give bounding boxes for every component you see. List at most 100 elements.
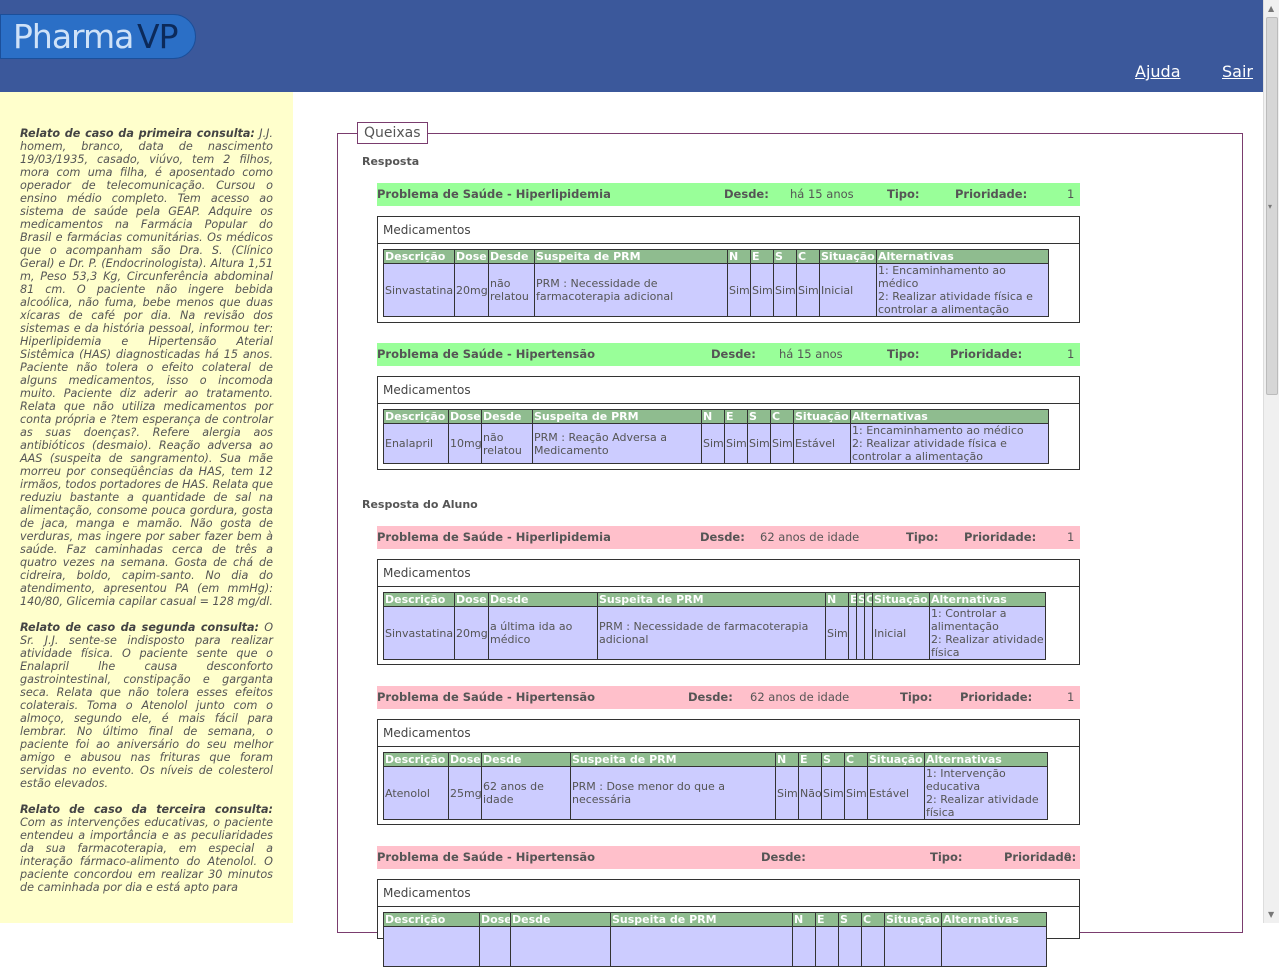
case3-title: Relato de caso da terceira consulta: [20, 803, 273, 816]
medications-box: Medicamentos Descrição Dose Desde Suspeita d… [377, 879, 1080, 967]
column-header: Situação [793, 409, 851, 424]
table-cell: Inicial [819, 263, 877, 317]
pharmavp-logo[interactable]: Pharma VP [0, 14, 196, 59]
column-header: S [856, 592, 865, 607]
table-cell: Sim [773, 263, 797, 317]
table-cell: 25mg [448, 766, 482, 820]
column-header: Suspeita de PRM [610, 912, 793, 927]
health-problem-bar: Problema de Saúde - Hiperlipidemia Desde:… [377, 526, 1080, 549]
table-cell: Sim [821, 766, 845, 820]
complaints-legend: Queixas [357, 122, 428, 144]
column-header: N [775, 752, 799, 767]
column-header: C [796, 249, 820, 264]
medications-box: Medicamentos Descrição Dose Desde Suspeita d… [377, 216, 1080, 323]
column-header: Suspeita de PRM [597, 592, 826, 607]
column-header: Dose [448, 752, 482, 767]
priority-value: 1 [1067, 690, 1075, 704]
table-cell [884, 926, 942, 967]
table-cell: Sinvastatina [383, 606, 455, 660]
medications-box: Medicamentos Descrição Dose Desde Suspeita d… [377, 559, 1080, 665]
medications-title: Medicamentos [378, 377, 1079, 404]
case2-title: Relato de caso da segunda consulta: [20, 621, 260, 634]
column-header: Desde [481, 752, 571, 767]
problem-title: Problema de Saúde - Hipertensão [377, 850, 596, 864]
table-cell: 1: Encaminhamento ao médico 2: Realizar a… [850, 423, 1049, 464]
column-header: Descrição [383, 409, 449, 424]
logout-link[interactable]: Sair [1222, 62, 1253, 81]
priority-label: Prioridade: [955, 187, 1028, 201]
type-label: Tipo: [887, 347, 920, 361]
priority-value: 1 [1067, 187, 1075, 201]
case2-paragraph: Relato de caso da segunda consulta: O Sr… [20, 621, 273, 790]
column-header: S [821, 752, 845, 767]
since-value: há 15 anos [790, 187, 854, 201]
case3-paragraph: Relato de caso da terceira consulta: Com… [20, 803, 273, 894]
type-label: Tipo: [900, 690, 933, 704]
table-cell [815, 926, 839, 967]
table-row: Sinvastatina 20mg a última ida ao médico PR… [383, 606, 1046, 660]
table-cell [856, 606, 865, 660]
medications-table: DescriçãoDoseDesdeSuspeita de PRMNESCSit… [383, 409, 1049, 464]
column-header: C [844, 752, 868, 767]
priority-label: Prioridade: [964, 530, 1037, 544]
table-cell [479, 926, 511, 967]
help-link[interactable]: Ajuda [1135, 62, 1181, 81]
column-header: Situação [867, 752, 925, 767]
table-cell [941, 926, 1047, 967]
since-label: Desde: [724, 187, 769, 201]
table-cell: Enalapril [383, 423, 449, 464]
since-label: Desde: [711, 347, 756, 361]
table-cell: 1: Intervenção educativa 2: Realizar ativ… [924, 766, 1048, 820]
column-header: Alternativas [876, 249, 1049, 264]
column-header: Descrição [383, 249, 455, 264]
health-problem-bar: Problema de Saúde - Hipertensão Desde: 62 … [377, 686, 1080, 709]
column-header: N [701, 409, 725, 424]
table-header-row: DescriçãoDoseDesdeSuspeita de PRMNESCSit… [383, 409, 1049, 424]
table-cell: Atenolol [383, 766, 449, 820]
medications-table: DescriçãoDoseDesdeSuspeita de PRMNESCSit… [383, 592, 1046, 660]
priority-value: 1 [1067, 347, 1075, 361]
column-header: Suspeita de PRM [532, 409, 702, 424]
medications-title: Medicamentos [378, 217, 1079, 244]
table-cell: Estável [793, 423, 851, 464]
problem-title: Problema de Saúde - Hiperlipidemia [377, 530, 611, 544]
vertical-scrollbar[interactable]: ▲ ▾ ▼ [1263, 0, 1279, 923]
table-cell [861, 926, 885, 967]
column-header: Alternativas [941, 912, 1047, 927]
table-cell [383, 926, 480, 967]
table-cell: 10mg [448, 423, 482, 464]
type-label: Tipo: [906, 530, 939, 544]
problem-title: Problema de Saúde - Hiperlipidemia [377, 187, 611, 201]
student-answer-section-label: Resposta do Aluno [362, 498, 478, 511]
column-header: Dose [454, 592, 489, 607]
column-header: E [750, 249, 774, 264]
table-header-row: DescriçãoDoseDesdeSuspeita de PRMNESCSit… [383, 249, 1049, 264]
medications-box: Medicamentos Descrição Dose Desde Suspeita d… [377, 376, 1080, 470]
column-header: S [773, 249, 797, 264]
table-cell: Sim [796, 263, 820, 317]
health-problem-bar: Problema de Saúde - Hipertensão Desde: há … [377, 343, 1080, 366]
table-cell: 1: Controlar a alimentação 2: Realizar at… [929, 606, 1046, 660]
since-label: Desde: [688, 690, 733, 704]
medications-title: Medicamentos [378, 560, 1079, 587]
scroll-down-arrow-icon[interactable]: ▼ [1268, 910, 1274, 919]
health-problem-bar: Problema de Saúde - Hipertensão Desde: Tip… [377, 846, 1080, 869]
column-header: Suspeita de PRM [534, 249, 728, 264]
table-cell: Sim [750, 263, 774, 317]
table-cell [864, 606, 873, 660]
table-cell [510, 926, 611, 967]
case1-text: J.J. homem, branco, data de nascimento 1… [20, 127, 273, 608]
table-row: Sinvastatina 20mg não relatou PRM : Necessi… [383, 263, 1049, 317]
table-row [383, 926, 1047, 967]
case-report-sidebar: Relato de caso da primeira consulta: J.J… [0, 92, 293, 923]
table-cell: Sim [770, 423, 794, 464]
case2-text: O Sr. J.J. sente-se indisposto para real… [20, 621, 273, 790]
scroll-grip-icon: ▾ [1268, 202, 1273, 211]
table-cell: PRM : Necessidade de farmacoterapia adic… [597, 606, 826, 660]
table-cell [848, 606, 857, 660]
column-header: E [848, 592, 857, 607]
table-cell: Sim [775, 766, 799, 820]
column-header: Dose [479, 912, 511, 927]
scroll-up-arrow-icon[interactable]: ▲ [1268, 4, 1274, 13]
app-header: Pharma VP Ajuda Sair [0, 0, 1263, 92]
